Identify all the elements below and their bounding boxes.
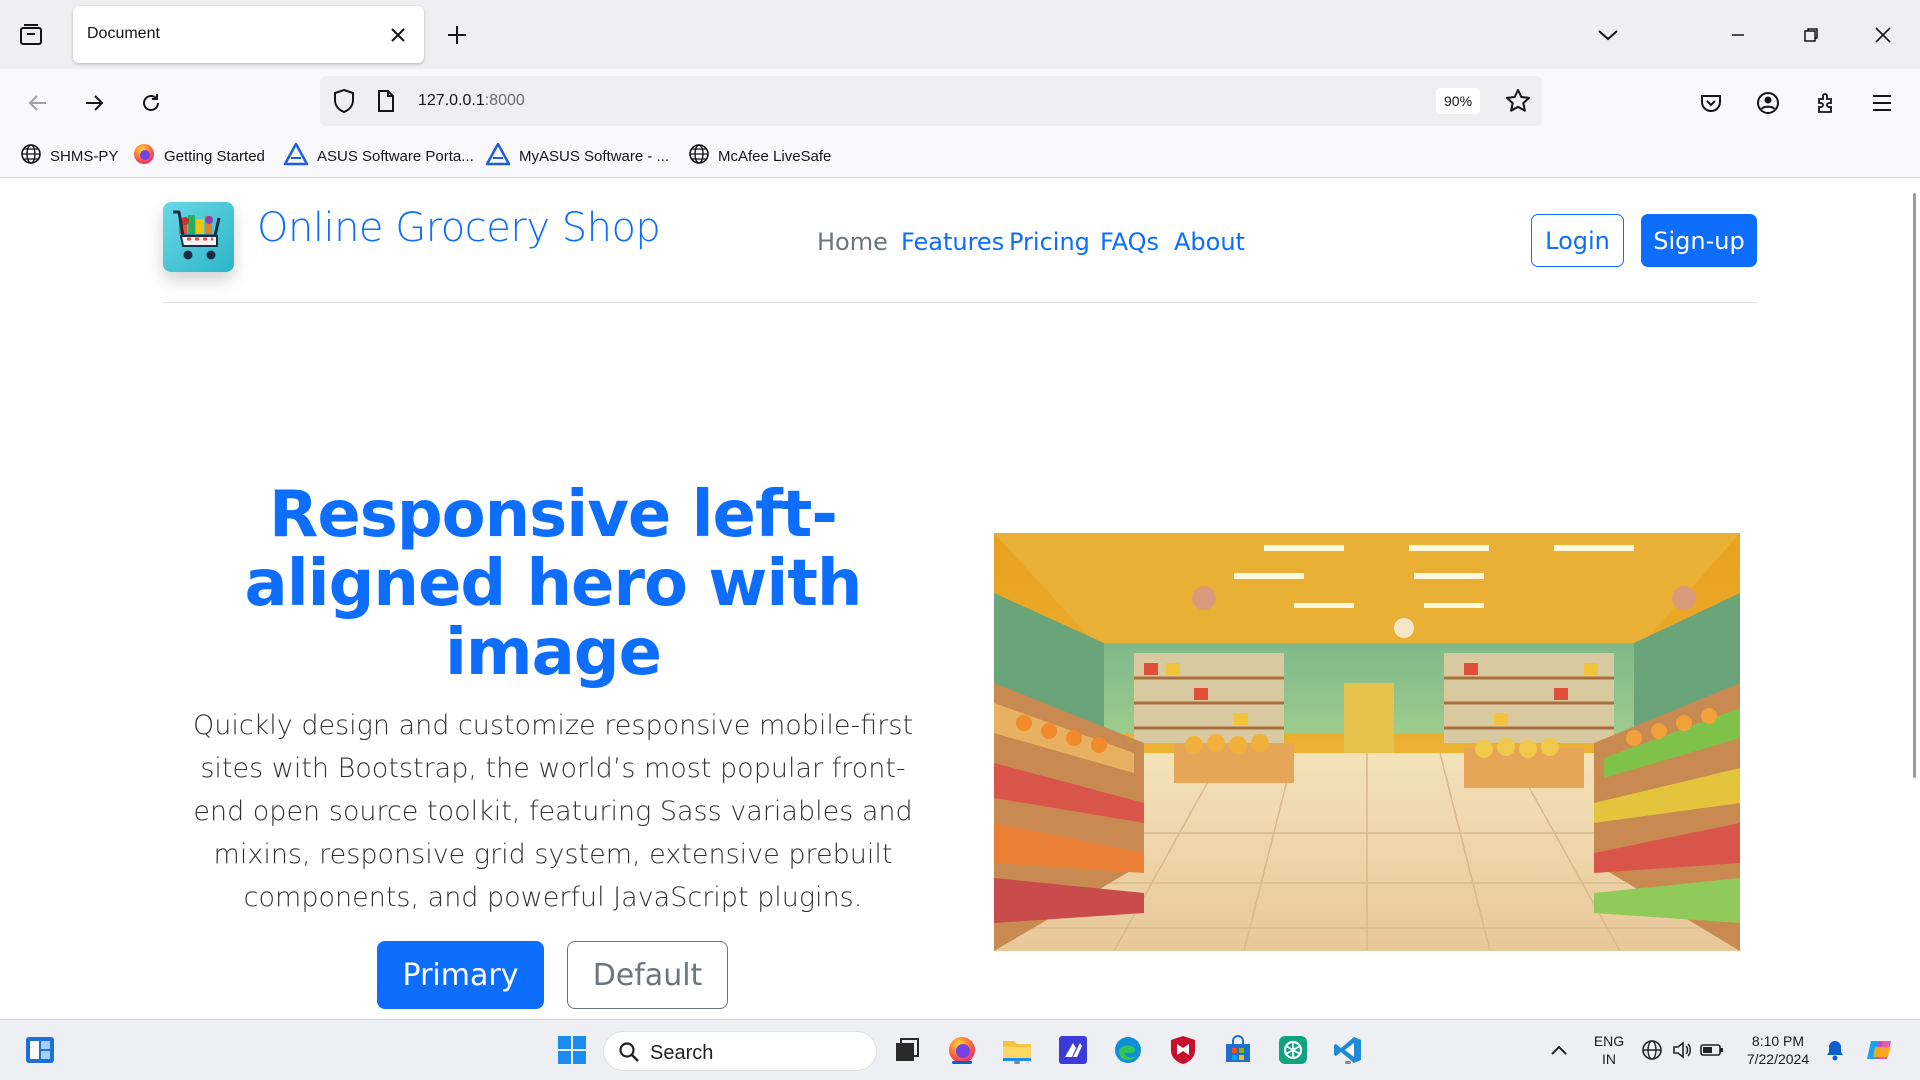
browser-tab-bar: Document [0, 0, 1920, 69]
primary-button[interactable]: Primary [377, 941, 544, 1009]
asus-icon [485, 142, 511, 170]
pocket-icon[interactable] [1693, 85, 1729, 121]
address-bar[interactable]: 127.0.0.1:8000 90% [320, 76, 1542, 126]
bookmark-myasus-software[interactable]: MyASUS Software - ... [485, 142, 670, 170]
shopping-cart-logo[interactable] [163, 202, 234, 272]
bookmark-label: ASUS Software Porta... [317, 147, 474, 165]
menu-icon[interactable] [1864, 85, 1900, 121]
battery-icon[interactable] [1698, 1032, 1726, 1068]
nav-home[interactable]: Home [817, 228, 888, 256]
search-label: Search [650, 1042, 714, 1064]
login-button[interactable]: Login [1531, 214, 1624, 267]
header-divider [163, 302, 1757, 303]
forward-icon[interactable] [76, 85, 112, 121]
clock-time: 8:10 PM [1751, 1033, 1805, 1049]
bookmark-star-icon[interactable] [1505, 88, 1531, 119]
vscode-icon[interactable] [1330, 1032, 1366, 1068]
search-icon [618, 1041, 640, 1068]
grocery-store-image [994, 533, 1740, 951]
signup-button[interactable]: Sign-up [1641, 214, 1757, 267]
close-window-icon[interactable] [1866, 18, 1900, 52]
zoom-level[interactable]: 90% [1436, 88, 1481, 114]
asus-icon [283, 142, 309, 170]
nav-features[interactable]: Features [901, 228, 1004, 256]
bookmark-getting-started[interactable]: Getting Started [132, 143, 265, 169]
web-page: Online Grocery Shop Home Features Pricin… [0, 179, 1920, 1019]
hero-lead: Quickly design and customize responsive … [192, 710, 914, 913]
tab-list-icon[interactable] [16, 20, 46, 50]
page-icon [376, 89, 396, 118]
url-text[interactable]: 127.0.0.1:8000 [418, 92, 525, 110]
bookmark-label: MyASUS Software - ... [519, 147, 670, 165]
bookmark-shms-py[interactable]: SHMS-PY [20, 143, 118, 169]
firefox-icon [132, 142, 156, 170]
edge-icon[interactable] [1110, 1032, 1146, 1068]
clock[interactable]: 8:10 PM 7/22/2024 [1738, 1032, 1818, 1068]
firefox-taskbar-icon[interactable] [944, 1032, 980, 1068]
bookmark-label: Getting Started [164, 147, 265, 165]
notification-bell-icon[interactable] [1822, 1032, 1848, 1068]
clock-date: 7/22/2024 [1746, 1051, 1810, 1067]
nav-about[interactable]: About [1174, 228, 1245, 256]
restore-icon[interactable] [1794, 18, 1828, 52]
chatgpt-icon[interactable] [1275, 1032, 1311, 1068]
bookmark-mcafee-livesafe[interactable]: McAfee LiveSafe [688, 143, 831, 169]
microsoft-store-icon[interactable] [1220, 1032, 1256, 1068]
mcafee-icon[interactable] [1165, 1032, 1201, 1068]
nav-faqs[interactable]: FAQs [1100, 228, 1159, 256]
close-tab-icon[interactable] [386, 23, 410, 47]
open-app-indicator [1014, 1061, 1020, 1064]
bookmarks-toolbar: SHMS-PY Getting Started ASUS Software Po… [0, 133, 1920, 178]
scrollbar-thumb[interactable] [1913, 193, 1916, 778]
language-code: ENG [1593, 1033, 1625, 1049]
tab-title: Document [87, 25, 160, 42]
code-editor-icon[interactable] [1055, 1032, 1091, 1068]
copilot-icon[interactable] [1862, 1032, 1898, 1068]
account-icon[interactable] [1750, 85, 1786, 121]
region-code: IN [1602, 1051, 1616, 1067]
network-icon[interactable] [1638, 1032, 1666, 1068]
list-all-tabs-icon[interactable] [1591, 18, 1625, 52]
nav-pricing[interactable]: Pricing [1009, 228, 1090, 256]
globe-icon [20, 143, 42, 169]
task-view-icon[interactable] [889, 1032, 925, 1068]
default-button[interactable]: Default [567, 941, 728, 1009]
file-explorer-icon[interactable] [999, 1032, 1035, 1068]
minimize-icon[interactable] [1721, 18, 1755, 52]
bookmark-label: McAfee LiveSafe [718, 147, 832, 165]
brand-name[interactable]: Online Grocery Shop [257, 205, 661, 251]
start-icon[interactable] [554, 1032, 590, 1068]
reload-icon[interactable] [133, 85, 169, 121]
widgets-icon[interactable] [22, 1032, 58, 1068]
open-app-indicator [1345, 1061, 1351, 1064]
windows-taskbar: Search ENG IN 8:10 PM 7/22/2024 [0, 1019, 1920, 1080]
hero-title: Responsive left-aligned hero with image [244, 478, 863, 690]
volume-icon[interactable] [1668, 1032, 1696, 1068]
browser-nav-bar: 127.0.0.1:8000 90% [0, 69, 1920, 133]
extensions-icon[interactable] [1808, 85, 1844, 121]
globe-icon [688, 143, 710, 169]
shield-icon[interactable] [332, 88, 356, 119]
active-app-indicator [952, 1061, 972, 1064]
new-tab-icon[interactable] [442, 20, 472, 50]
bookmark-label: SHMS-PY [50, 147, 119, 165]
input-language[interactable]: ENG IN [1591, 1032, 1627, 1068]
show-hidden-icons-chevron-icon[interactable] [1541, 1032, 1577, 1068]
taskbar-search[interactable]: Search [603, 1031, 877, 1071]
back-icon[interactable] [20, 85, 56, 121]
bookmark-asus-software-portal[interactable]: ASUS Software Porta... [283, 142, 474, 170]
browser-tab[interactable]: Document [73, 6, 424, 63]
